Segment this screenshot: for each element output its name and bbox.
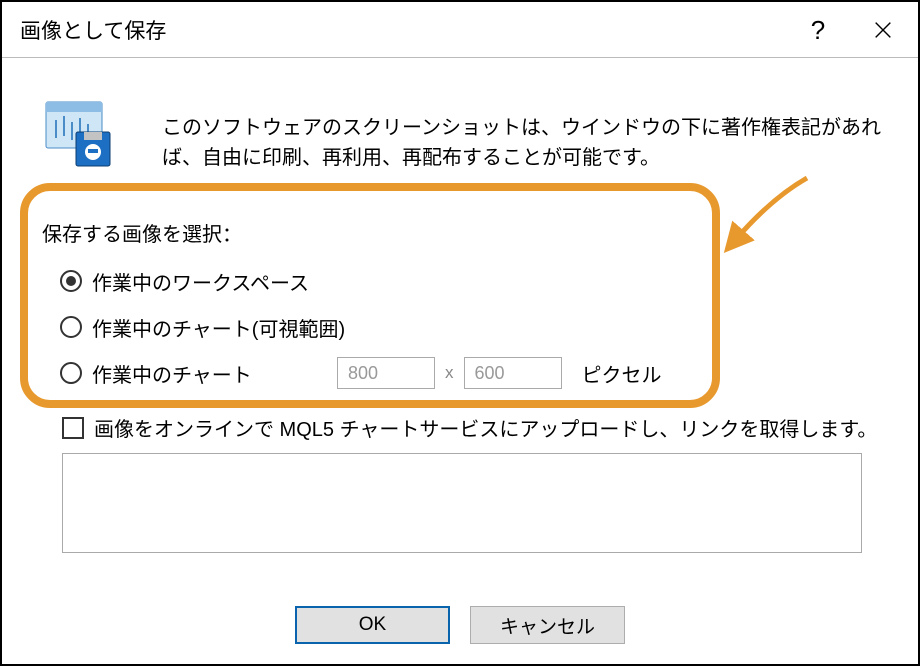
description-text: このソフトウェアのスクリーンショットは、ウインドウの下に著作権表記があれば、自由… xyxy=(162,113,888,173)
radio-option-workspace[interactable]: 作業中のワークスペース xyxy=(60,258,662,304)
ok-button[interactable]: OK xyxy=(295,606,450,644)
dialog-body: このソフトウェアのスクリーンショットは、ウインドウの下に著作権表記があれば、自由… xyxy=(2,58,918,664)
dimension-separator: x xyxy=(445,363,454,383)
app-icon xyxy=(42,98,114,170)
button-label: OK xyxy=(359,614,386,636)
height-input[interactable] xyxy=(464,357,562,389)
group-label: 保存する画像を選択： xyxy=(42,218,242,247)
button-row: OK キャンセル xyxy=(2,606,918,644)
radio-option-chart-visible[interactable]: 作業中のチャート(可視範囲) xyxy=(60,304,662,350)
upload-checkbox-row[interactable]: 画像をオンラインで MQL5 チャートサービスにアップロードし、リンクを取得しま… xyxy=(62,413,877,442)
radio-icon xyxy=(60,270,82,292)
radio-label: 作業中のチャート xyxy=(92,359,327,388)
width-input[interactable] xyxy=(337,357,435,389)
radio-icon xyxy=(60,362,82,384)
radio-group: 作業中のワークスペース 作業中のチャート(可視範囲) 作業中のチャート x ピク… xyxy=(60,258,662,396)
button-label: キャンセル xyxy=(500,612,595,639)
arrow-annotation xyxy=(722,168,822,258)
radio-label: 作業中のチャート(可視範囲) xyxy=(92,313,345,342)
upload-label: 画像をオンラインで MQL5 チャートサービスにアップロードし、リンクを取得しま… xyxy=(94,413,877,442)
radio-option-chart-custom[interactable]: 作業中のチャート x ピクセル xyxy=(60,350,662,396)
close-icon xyxy=(872,19,894,41)
save-image-dialog: 画像として保存 ? このソフトウェアのスクリーンショットは、ウインドウの下に著作… xyxy=(0,0,920,666)
cancel-button[interactable]: キャンセル xyxy=(470,606,625,644)
titlebar: 画像として保存 ? xyxy=(2,2,918,58)
radio-label: 作業中のワークスペース xyxy=(92,267,309,296)
pixel-label: ピクセル xyxy=(582,359,662,388)
help-button[interactable]: ? xyxy=(788,2,848,58)
close-button[interactable] xyxy=(853,2,913,58)
radio-icon xyxy=(60,316,82,338)
link-output-box[interactable] xyxy=(62,453,862,553)
dialog-title: 画像として保存 xyxy=(20,15,166,45)
checkbox-icon xyxy=(62,417,84,439)
